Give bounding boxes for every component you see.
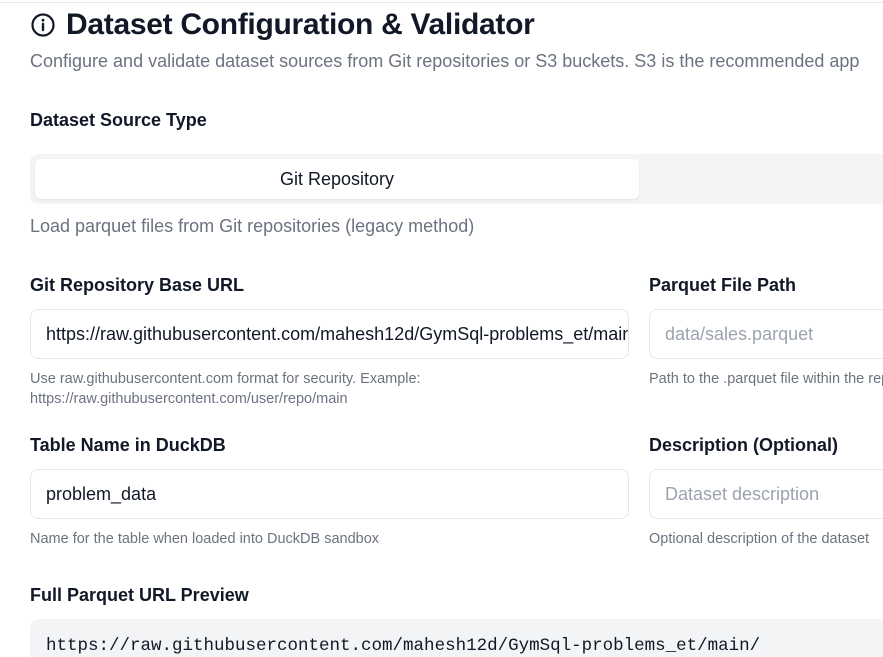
- source-type-label: Dataset Source Type: [30, 110, 207, 130]
- description-placeholder: Dataset description: [665, 483, 820, 504]
- base-url-label: Git Repository Base URL: [30, 275, 245, 295]
- tab-git-repository[interactable]: Git Repository: [35, 159, 639, 199]
- page: Dataset Configuration & Validator Config…: [0, 0, 883, 657]
- base-url-input[interactable]: https://raw.githubusercontent.com/mahesh…: [30, 309, 629, 359]
- table-name-input[interactable]: problem_data: [30, 469, 629, 519]
- base-url-help-line1: Use raw.githubusercontent.com format for…: [30, 371, 421, 387]
- page-subtitle: Configure and validate dataset sources f…: [30, 51, 860, 71]
- base-url-help: Use raw.githubusercontent.com format for…: [30, 369, 421, 409]
- preview-url: https://raw.githubusercontent.com/mahesh…: [46, 636, 761, 656]
- description-help: Optional description of the dataset: [649, 531, 870, 547]
- table-name-help: Name for the table when loaded into Duck…: [30, 531, 380, 547]
- base-url-help-line2: https://raw.githubusercontent.com/user/r…: [30, 391, 348, 407]
- file-path-help: Path to the .parquet file within the rep…: [649, 371, 883, 387]
- page-header: Dataset Configuration & Validator: [30, 8, 535, 42]
- parquet-url-preview: https://raw.githubusercontent.com/mahesh…: [30, 619, 883, 657]
- table-name-value: problem_data: [46, 483, 157, 504]
- info-icon: [30, 12, 56, 38]
- source-type-description: Load parquet files from Git repositories…: [30, 216, 475, 236]
- page-title: Dataset Configuration & Validator: [66, 8, 535, 41]
- preview-label: Full Parquet URL Preview: [30, 585, 249, 605]
- table-name-label: Table Name in DuckDB: [30, 435, 226, 455]
- description-label: Description (Optional): [649, 435, 838, 455]
- top-divider: [0, 2, 883, 3]
- file-path-input[interactable]: data/sales.parquet: [649, 309, 883, 359]
- description-input[interactable]: Dataset description: [649, 469, 883, 519]
- file-path-placeholder: data/sales.parquet: [665, 323, 814, 344]
- source-type-tabs: Git Repository: [30, 154, 883, 204]
- base-url-value: https://raw.githubusercontent.com/mahesh…: [46, 323, 629, 344]
- file-path-label: Parquet File Path: [649, 275, 797, 295]
